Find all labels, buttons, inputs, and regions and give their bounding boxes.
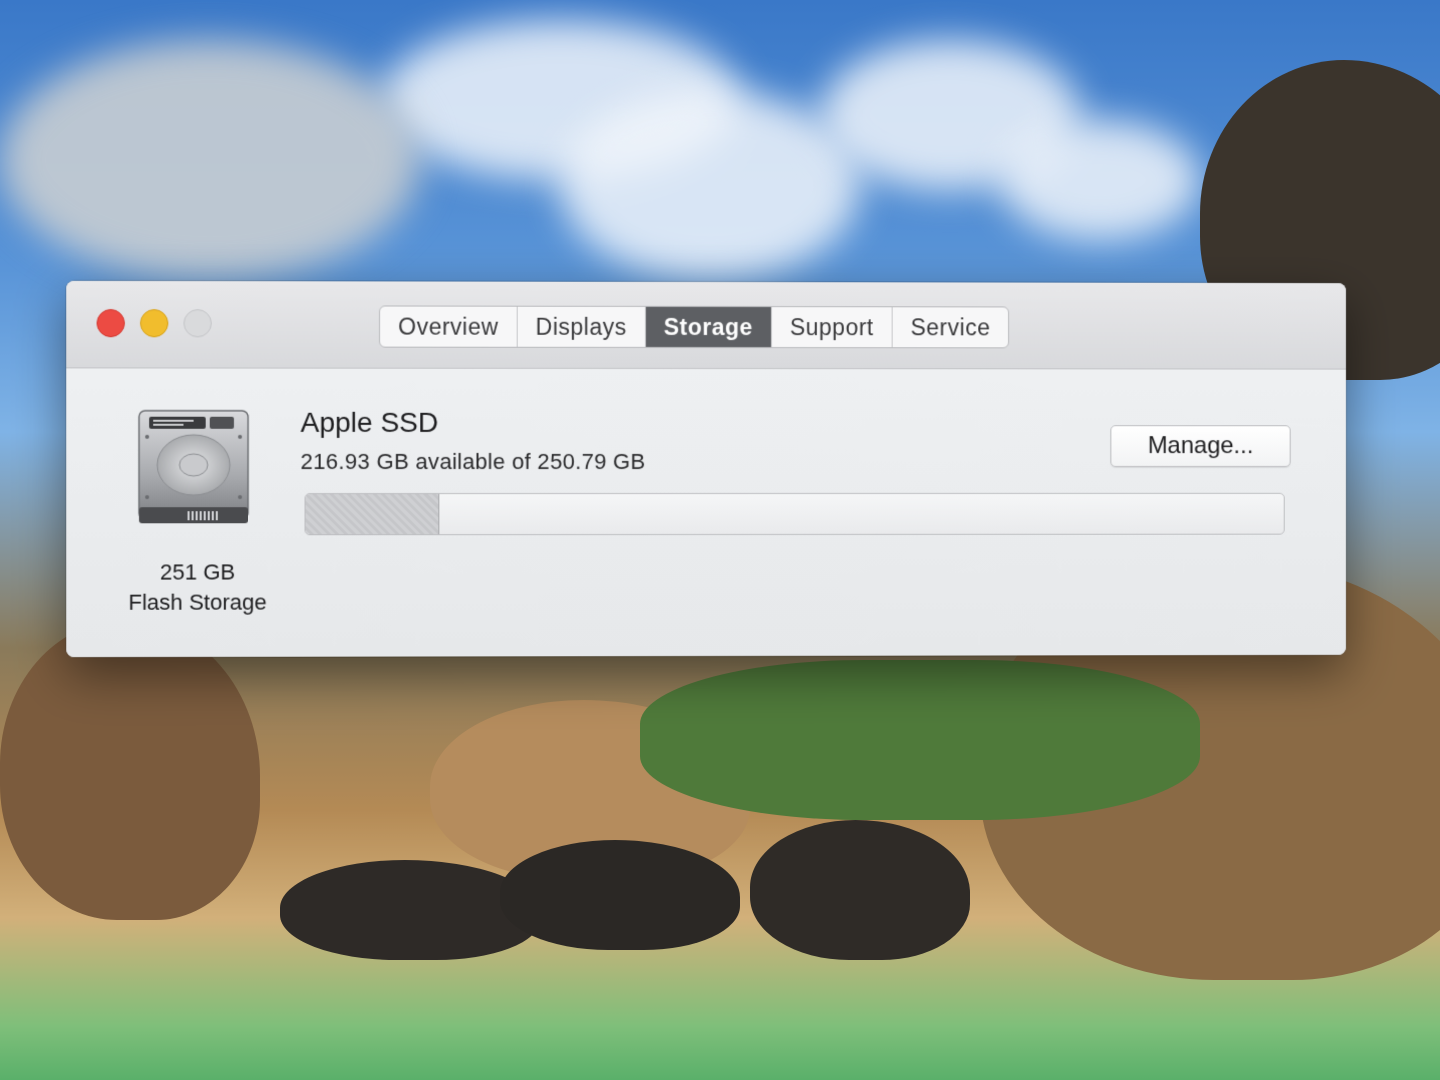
minimize-window-button[interactable]: [140, 309, 169, 338]
hard-drive-icon: [133, 407, 254, 524]
drive-caption: 251 GB Flash Storage: [107, 557, 289, 617]
manage-button[interactable]: Manage...: [1110, 425, 1291, 468]
title-bar: Overview Displays Storage Support Servic…: [66, 280, 1346, 370]
about-this-mac-window: Overview Displays Storage Support Servic…: [66, 280, 1346, 658]
tab-bar: Overview Displays Storage Support Servic…: [379, 305, 1010, 349]
tab-overview[interactable]: Overview: [380, 306, 518, 347]
drive-availability: 216.93 GB available of 250.79 GB: [300, 448, 646, 475]
drive-capacity: 251 GB: [159, 559, 236, 585]
tab-service[interactable]: Service: [893, 307, 1009, 347]
tab-support[interactable]: Support: [771, 307, 893, 348]
tab-displays[interactable]: Displays: [517, 306, 646, 347]
storage-panel: 251 GB Flash Storage Apple SSD 216.93 GB…: [66, 368, 1346, 658]
tab-storage[interactable]: Storage: [645, 306, 772, 348]
close-window-button[interactable]: [96, 309, 125, 338]
storage-used-segment: [305, 494, 440, 535]
drive-name: Apple SSD: [300, 406, 439, 438]
drive-type: Flash Storage: [128, 589, 267, 615]
storage-usage-bar: [304, 492, 1285, 536]
zoom-window-button[interactable]: [183, 309, 212, 338]
